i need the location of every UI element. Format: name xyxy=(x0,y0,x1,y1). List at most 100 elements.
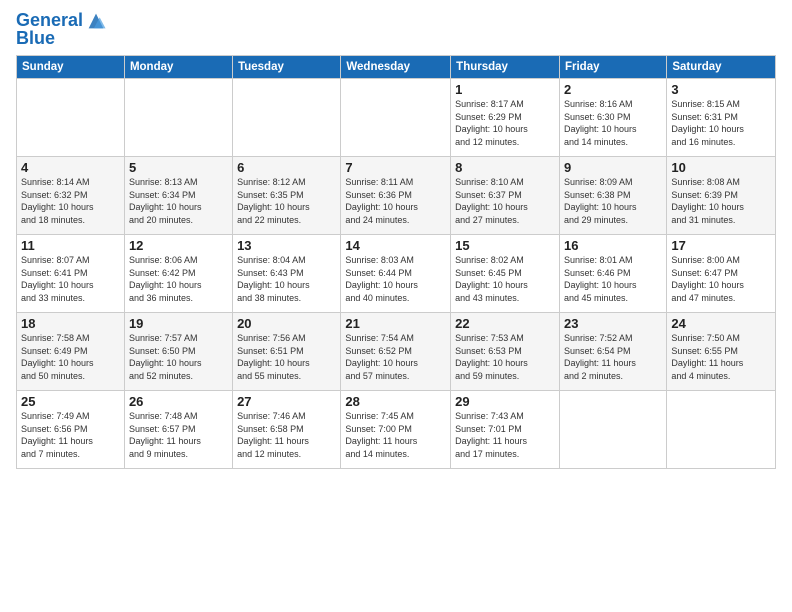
day-info: Sunrise: 8:14 AM Sunset: 6:32 PM Dayligh… xyxy=(21,176,120,226)
day-number: 6 xyxy=(237,160,336,175)
calendar-cell: 12Sunrise: 8:06 AM Sunset: 6:42 PM Dayli… xyxy=(124,235,232,313)
day-number: 1 xyxy=(455,82,555,97)
day-number: 9 xyxy=(564,160,662,175)
calendar-cell: 9Sunrise: 8:09 AM Sunset: 6:38 PM Daylig… xyxy=(559,157,666,235)
calendar-cell xyxy=(124,79,232,157)
day-info: Sunrise: 7:48 AM Sunset: 6:57 PM Dayligh… xyxy=(129,410,228,460)
day-number: 2 xyxy=(564,82,662,97)
calendar-week-row: 18Sunrise: 7:58 AM Sunset: 6:49 PM Dayli… xyxy=(17,313,776,391)
day-number: 23 xyxy=(564,316,662,331)
calendar-week-row: 4Sunrise: 8:14 AM Sunset: 6:32 PM Daylig… xyxy=(17,157,776,235)
day-number: 26 xyxy=(129,394,228,409)
day-info: Sunrise: 8:15 AM Sunset: 6:31 PM Dayligh… xyxy=(671,98,771,148)
calendar-cell: 5Sunrise: 8:13 AM Sunset: 6:34 PM Daylig… xyxy=(124,157,232,235)
calendar-cell: 2Sunrise: 8:16 AM Sunset: 6:30 PM Daylig… xyxy=(559,79,666,157)
day-info: Sunrise: 7:52 AM Sunset: 6:54 PM Dayligh… xyxy=(564,332,662,382)
calendar-cell: 21Sunrise: 7:54 AM Sunset: 6:52 PM Dayli… xyxy=(341,313,451,391)
calendar-cell: 1Sunrise: 8:17 AM Sunset: 6:29 PM Daylig… xyxy=(451,79,560,157)
calendar-week-row: 25Sunrise: 7:49 AM Sunset: 6:56 PM Dayli… xyxy=(17,391,776,469)
day-number: 12 xyxy=(129,238,228,253)
day-info: Sunrise: 7:50 AM Sunset: 6:55 PM Dayligh… xyxy=(671,332,771,382)
day-number: 22 xyxy=(455,316,555,331)
page: General Blue SundayMondayTuesdayWednesda… xyxy=(0,0,792,479)
day-info: Sunrise: 8:07 AM Sunset: 6:41 PM Dayligh… xyxy=(21,254,120,304)
day-info: Sunrise: 8:17 AM Sunset: 6:29 PM Dayligh… xyxy=(455,98,555,148)
weekday-header: Thursday xyxy=(451,56,560,79)
calendar-cell xyxy=(667,391,776,469)
calendar-cell: 11Sunrise: 8:07 AM Sunset: 6:41 PM Dayli… xyxy=(17,235,125,313)
day-number: 14 xyxy=(345,238,446,253)
calendar-cell: 26Sunrise: 7:48 AM Sunset: 6:57 PM Dayli… xyxy=(124,391,232,469)
calendar-cell: 13Sunrise: 8:04 AM Sunset: 6:43 PM Dayli… xyxy=(233,235,341,313)
day-info: Sunrise: 7:53 AM Sunset: 6:53 PM Dayligh… xyxy=(455,332,555,382)
day-info: Sunrise: 8:03 AM Sunset: 6:44 PM Dayligh… xyxy=(345,254,446,304)
weekday-header: Wednesday xyxy=(341,56,451,79)
calendar-cell: 10Sunrise: 8:08 AM Sunset: 6:39 PM Dayli… xyxy=(667,157,776,235)
day-info: Sunrise: 8:08 AM Sunset: 6:39 PM Dayligh… xyxy=(671,176,771,226)
calendar-cell: 20Sunrise: 7:56 AM Sunset: 6:51 PM Dayli… xyxy=(233,313,341,391)
header: General Blue xyxy=(16,10,776,49)
calendar-cell: 18Sunrise: 7:58 AM Sunset: 6:49 PM Dayli… xyxy=(17,313,125,391)
calendar-cell: 23Sunrise: 7:52 AM Sunset: 6:54 PM Dayli… xyxy=(559,313,666,391)
day-number: 29 xyxy=(455,394,555,409)
weekday-header: Friday xyxy=(559,56,666,79)
day-info: Sunrise: 7:49 AM Sunset: 6:56 PM Dayligh… xyxy=(21,410,120,460)
calendar-cell: 25Sunrise: 7:49 AM Sunset: 6:56 PM Dayli… xyxy=(17,391,125,469)
day-info: Sunrise: 7:45 AM Sunset: 7:00 PM Dayligh… xyxy=(345,410,446,460)
day-number: 25 xyxy=(21,394,120,409)
calendar-cell: 15Sunrise: 8:02 AM Sunset: 6:45 PM Dayli… xyxy=(451,235,560,313)
calendar-cell: 14Sunrise: 8:03 AM Sunset: 6:44 PM Dayli… xyxy=(341,235,451,313)
day-number: 4 xyxy=(21,160,120,175)
day-info: Sunrise: 8:01 AM Sunset: 6:46 PM Dayligh… xyxy=(564,254,662,304)
calendar-cell xyxy=(341,79,451,157)
day-number: 16 xyxy=(564,238,662,253)
day-info: Sunrise: 8:02 AM Sunset: 6:45 PM Dayligh… xyxy=(455,254,555,304)
weekday-header: Tuesday xyxy=(233,56,341,79)
calendar-cell: 4Sunrise: 8:14 AM Sunset: 6:32 PM Daylig… xyxy=(17,157,125,235)
day-info: Sunrise: 8:11 AM Sunset: 6:36 PM Dayligh… xyxy=(345,176,446,226)
day-info: Sunrise: 7:54 AM Sunset: 6:52 PM Dayligh… xyxy=(345,332,446,382)
day-number: 28 xyxy=(345,394,446,409)
calendar-cell: 22Sunrise: 7:53 AM Sunset: 6:53 PM Dayli… xyxy=(451,313,560,391)
day-number: 17 xyxy=(671,238,771,253)
calendar-cell xyxy=(17,79,125,157)
calendar-cell: 27Sunrise: 7:46 AM Sunset: 6:58 PM Dayli… xyxy=(233,391,341,469)
calendar-cell: 7Sunrise: 8:11 AM Sunset: 6:36 PM Daylig… xyxy=(341,157,451,235)
day-number: 24 xyxy=(671,316,771,331)
day-number: 27 xyxy=(237,394,336,409)
calendar-cell: 28Sunrise: 7:45 AM Sunset: 7:00 PM Dayli… xyxy=(341,391,451,469)
day-info: Sunrise: 7:58 AM Sunset: 6:49 PM Dayligh… xyxy=(21,332,120,382)
weekday-header: Sunday xyxy=(17,56,125,79)
calendar-cell: 3Sunrise: 8:15 AM Sunset: 6:31 PM Daylig… xyxy=(667,79,776,157)
calendar-week-row: 1Sunrise: 8:17 AM Sunset: 6:29 PM Daylig… xyxy=(17,79,776,157)
day-number: 3 xyxy=(671,82,771,97)
day-info: Sunrise: 7:56 AM Sunset: 6:51 PM Dayligh… xyxy=(237,332,336,382)
logo: General Blue xyxy=(16,10,107,49)
day-info: Sunrise: 8:00 AM Sunset: 6:47 PM Dayligh… xyxy=(671,254,771,304)
day-info: Sunrise: 7:57 AM Sunset: 6:50 PM Dayligh… xyxy=(129,332,228,382)
day-number: 13 xyxy=(237,238,336,253)
day-number: 15 xyxy=(455,238,555,253)
day-number: 10 xyxy=(671,160,771,175)
calendar-cell: 6Sunrise: 8:12 AM Sunset: 6:35 PM Daylig… xyxy=(233,157,341,235)
day-info: Sunrise: 8:10 AM Sunset: 6:37 PM Dayligh… xyxy=(455,176,555,226)
weekday-header: Monday xyxy=(124,56,232,79)
calendar-table: SundayMondayTuesdayWednesdayThursdayFrid… xyxy=(16,55,776,469)
day-info: Sunrise: 7:46 AM Sunset: 6:58 PM Dayligh… xyxy=(237,410,336,460)
day-info: Sunrise: 8:12 AM Sunset: 6:35 PM Dayligh… xyxy=(237,176,336,226)
calendar-cell: 16Sunrise: 8:01 AM Sunset: 6:46 PM Dayli… xyxy=(559,235,666,313)
logo-icon xyxy=(85,10,107,32)
day-number: 19 xyxy=(129,316,228,331)
day-info: Sunrise: 8:13 AM Sunset: 6:34 PM Dayligh… xyxy=(129,176,228,226)
calendar-cell: 8Sunrise: 8:10 AM Sunset: 6:37 PM Daylig… xyxy=(451,157,560,235)
day-number: 8 xyxy=(455,160,555,175)
header-row: SundayMondayTuesdayWednesdayThursdayFrid… xyxy=(17,56,776,79)
day-info: Sunrise: 7:43 AM Sunset: 7:01 PM Dayligh… xyxy=(455,410,555,460)
calendar-week-row: 11Sunrise: 8:07 AM Sunset: 6:41 PM Dayli… xyxy=(17,235,776,313)
day-info: Sunrise: 8:04 AM Sunset: 6:43 PM Dayligh… xyxy=(237,254,336,304)
day-number: 21 xyxy=(345,316,446,331)
day-number: 7 xyxy=(345,160,446,175)
day-number: 20 xyxy=(237,316,336,331)
calendar-cell xyxy=(233,79,341,157)
day-info: Sunrise: 8:09 AM Sunset: 6:38 PM Dayligh… xyxy=(564,176,662,226)
